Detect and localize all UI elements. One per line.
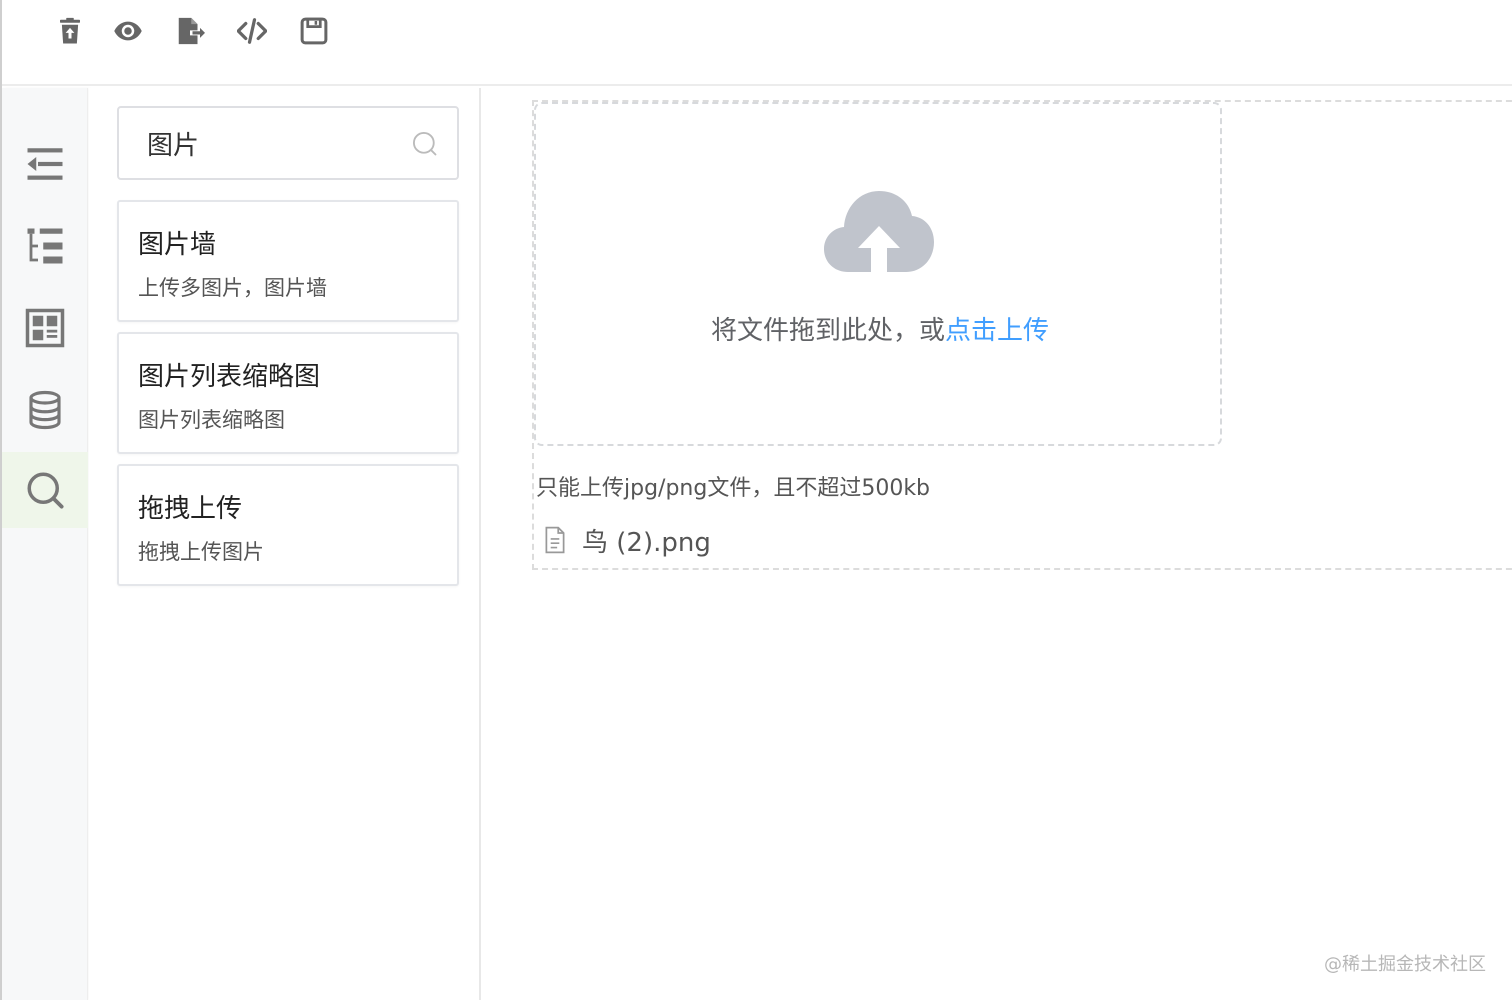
code-icon — [237, 18, 267, 44]
layout-grid-icon — [25, 308, 65, 348]
file-export-icon — [178, 17, 205, 45]
search-icon[interactable] — [411, 130, 439, 158]
click-upload-link[interactable]: 点击上传 — [945, 316, 1049, 346]
document-icon — [545, 526, 565, 554]
collapse-icon — [27, 148, 63, 180]
preview-button[interactable] — [108, 12, 148, 50]
card-description: 图片列表缩略图 — [138, 408, 285, 432]
search-icon — [27, 472, 64, 509]
component-card-picture-wall[interactable]: 图片墙 上传多图片，图片墙 — [117, 200, 459, 322]
card-description: 上传多图片，图片墙 — [138, 276, 327, 300]
component-search-box — [117, 106, 459, 180]
database-icon — [29, 390, 61, 430]
left-icon-rail — [2, 88, 88, 1000]
rail-layout-button[interactable] — [2, 290, 88, 366]
component-card-drag-upload[interactable]: 拖拽上传 拖拽上传图片 — [117, 464, 459, 586]
dropzone-text: 将文件拖到此处，或点击上传 — [536, 310, 1224, 347]
tree-list-icon — [27, 228, 63, 264]
watermark: @稀土掘金技术社区 — [1324, 954, 1486, 975]
card-title: 拖拽上传 — [138, 494, 243, 524]
rail-tree-button[interactable] — [2, 208, 88, 284]
clear-button[interactable] — [50, 12, 90, 50]
top-toolbar — [2, 0, 1512, 86]
component-panel: 图片墙 上传多图片，图片墙 图片列表缩略图 图片列表缩略图 拖拽上传 拖拽上传图… — [89, 88, 481, 1000]
upload-tip: 只能上传jpg/png文件，且不超过500kb — [536, 476, 931, 501]
upload-dropzone[interactable]: 将文件拖到此处，或点击上传 — [534, 102, 1222, 446]
design-canvas: 将文件拖到此处，或点击上传 只能上传jpg/png文件，且不超过500kb 鸟 … — [482, 88, 1512, 1000]
card-title: 图片列表缩略图 — [138, 362, 321, 392]
rail-search-button[interactable] — [2, 452, 88, 528]
rail-collapse-button[interactable] — [2, 126, 88, 202]
code-button[interactable] — [232, 12, 272, 50]
eye-icon — [114, 21, 142, 41]
dropzone-hint: 将文件拖到此处，或 — [710, 316, 945, 346]
floppy-disk-icon — [300, 17, 328, 45]
card-description: 拖拽上传图片 — [138, 540, 264, 564]
save-button[interactable] — [294, 12, 334, 50]
cloud-upload-icon — [824, 191, 934, 272]
card-title: 图片墙 — [138, 230, 217, 260]
component-card-picture-list-thumbnail[interactable]: 图片列表缩略图 图片列表缩略图 — [117, 332, 459, 454]
trash-upload-icon — [60, 17, 80, 44]
uploaded-file-name: 鸟 (2).png — [582, 527, 711, 558]
uploaded-file-item[interactable]: 鸟 (2).png — [542, 520, 711, 560]
export-button[interactable] — [170, 12, 210, 50]
component-search-input[interactable] — [119, 108, 409, 178]
rail-datasource-button[interactable] — [2, 372, 88, 448]
